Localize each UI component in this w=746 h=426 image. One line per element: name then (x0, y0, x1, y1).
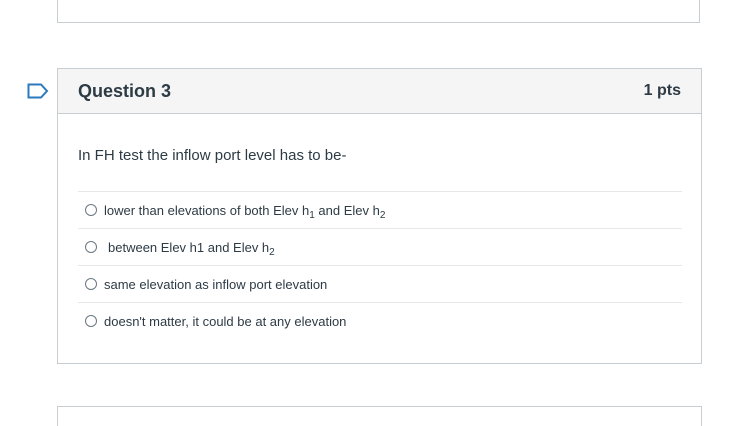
answer-option-1[interactable]: lower than elevations of both Elev h1 an… (78, 191, 682, 228)
question-title: Question 3 (78, 80, 172, 101)
answer-label: doesn't matter, it could be at any eleva… (104, 313, 347, 329)
answer-option-4[interactable]: doesn't matter, it could be at any eleva… (78, 302, 682, 339)
next-question-card (57, 406, 702, 426)
question-header: Question 3 1 pts (58, 69, 701, 114)
answer-option-2[interactable]: between Elev h1 and Elev h2 (78, 228, 682, 265)
radio-button[interactable] (85, 315, 97, 327)
radio-button[interactable] (85, 278, 97, 290)
answer-label: lower than elevations of both Elev h1 an… (104, 202, 386, 221)
answer-option-3[interactable]: same elevation as inflow port elevation (78, 265, 682, 302)
question-card: Question 3 1 pts In FH test the inflow p… (57, 68, 702, 364)
flag-icon[interactable] (27, 83, 49, 99)
answer-label: same elevation as inflow port elevation (104, 276, 328, 292)
radio-button[interactable] (85, 241, 97, 253)
radio-button[interactable] (85, 204, 97, 216)
previous-question-card (57, 0, 700, 23)
answer-label: between Elev h1 and Elev h2 (108, 239, 275, 258)
answer-list: lower than elevations of both Elev h1 an… (78, 191, 682, 339)
question-points: 1 pts (643, 82, 681, 99)
question-text: In FH test the inflow port level has to … (78, 147, 347, 164)
